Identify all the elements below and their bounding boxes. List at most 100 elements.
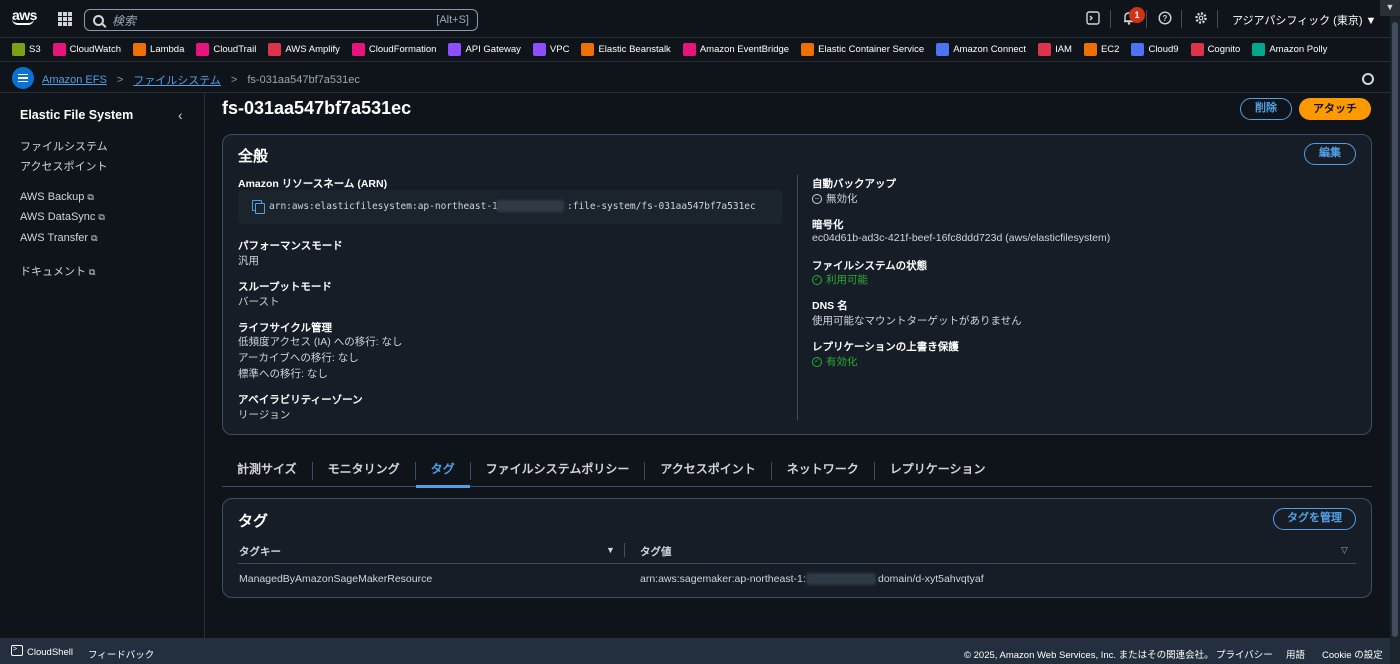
sidebar-item-label: AWS DataSync bbox=[20, 211, 96, 223]
search-input[interactable]: 検索 [Alt+S] bbox=[84, 9, 478, 31]
menu-icon[interactable] bbox=[12, 67, 34, 89]
external-link-icon: ⧉ bbox=[91, 233, 98, 243]
favorite-ec2[interactable]: EC2 bbox=[1083, 43, 1119, 56]
service-icon bbox=[532, 43, 546, 56]
check-circle-icon: ✓ bbox=[812, 274, 822, 285]
breadcrumb: Amazon EFS > ファイルシステム > fs-031aa547bf7a5… bbox=[42, 72, 360, 88]
favorite-elastic-beanstalk[interactable]: Elastic Beanstalk bbox=[581, 43, 671, 56]
page-settings-icon[interactable] bbox=[1362, 73, 1374, 85]
favorite-amazon-polly[interactable]: Amazon Polly bbox=[1252, 43, 1327, 56]
tab-3[interactable]: ファイルシステムポリシー bbox=[471, 456, 645, 487]
tab-1[interactable]: モニタリング bbox=[313, 456, 415, 487]
breadcrumb-amazon-efs[interactable]: Amazon EFS bbox=[42, 74, 107, 86]
close-sidebar-icon[interactable]: ‹ bbox=[178, 107, 183, 123]
copy-icon[interactable] bbox=[252, 200, 265, 214]
attach-button[interactable]: アタッチ bbox=[1299, 98, 1371, 120]
throughput-mode-value: バースト bbox=[238, 296, 280, 308]
sidebar-item-documentation[interactable]: ドキュメント ⧉ bbox=[20, 263, 95, 279]
column-divider bbox=[624, 543, 625, 557]
replication-protection-value: 有効化 bbox=[826, 356, 858, 368]
auto-backup-status: – 無効化 bbox=[812, 191, 858, 206]
cloudshell-link[interactable]: CloudShell bbox=[27, 647, 73, 658]
favorite-cognito[interactable]: Cognito bbox=[1190, 43, 1241, 56]
column-header-tag-key[interactable]: タグキー bbox=[239, 544, 281, 559]
cookie-settings-link[interactable]: Cookie の設定 bbox=[1322, 647, 1383, 661]
service-icon bbox=[1190, 43, 1204, 56]
favorite-amazon-connect[interactable]: Amazon Connect bbox=[936, 43, 1026, 56]
favorite-label: Amazon Polly bbox=[1269, 44, 1328, 55]
favorite-elastic-container-service[interactable]: Elastic Container Service bbox=[801, 43, 924, 56]
favorite-label: Amazon Connect bbox=[953, 44, 1027, 55]
privacy-link[interactable]: プライバシー bbox=[1216, 647, 1273, 661]
aws-logo[interactable]: aws bbox=[12, 8, 38, 30]
favorite-s3[interactable]: S3 bbox=[12, 43, 41, 56]
favorite-lambda[interactable]: Lambda bbox=[133, 43, 184, 56]
check-circle-icon: ✓ bbox=[812, 356, 822, 367]
tag-value-prefix: arn:aws:sagemaker:ap-northeast-1: bbox=[640, 573, 806, 585]
tab-4[interactable]: アクセスポイント bbox=[645, 456, 770, 487]
favorite-label: Elastic Beanstalk bbox=[598, 44, 671, 55]
edit-button[interactable]: 編集 bbox=[1304, 143, 1356, 165]
favorite-label: Elastic Container Service bbox=[818, 44, 925, 55]
chevron-down-icon[interactable]: ▼ bbox=[1380, 0, 1400, 16]
favorite-vpc[interactable]: VPC bbox=[532, 43, 569, 56]
lifecycle-archive: アーカイブへの移行: なし bbox=[238, 352, 359, 364]
services-grid-icon[interactable] bbox=[58, 12, 72, 26]
help-icon[interactable]: ? bbox=[1157, 11, 1173, 27]
sidebar-item-aws-datasync[interactable]: AWS DataSync ⧉ bbox=[20, 211, 105, 223]
service-icon bbox=[448, 43, 462, 56]
auto-backup-label: 自動バックアップ bbox=[812, 178, 896, 190]
sidebar-item-file-systems[interactable]: ファイルシステム bbox=[20, 138, 108, 154]
manage-tags-button[interactable]: タグを管理 bbox=[1273, 508, 1356, 530]
service-icon bbox=[1083, 43, 1097, 56]
terms-link[interactable]: 用語 bbox=[1286, 647, 1305, 661]
detail-tabs: 計測サイズ モニタリング タグ ファイルシステムポリシー アクセスポイント ネットワークレ… bbox=[222, 456, 1372, 488]
breadcrumb-current: fs-031aa547bf7a531ec bbox=[247, 74, 360, 86]
service-icon bbox=[52, 43, 66, 56]
dns-name-label: DNS 名 bbox=[812, 300, 848, 312]
region-selector[interactable]: アジアパシフィック (東京) ▼ bbox=[1232, 12, 1376, 28]
tab-6[interactable]: レプリケーション bbox=[875, 456, 1001, 487]
service-icon bbox=[936, 43, 950, 56]
service-icon bbox=[682, 43, 696, 56]
fs-state-status: ✓ 利用可能 bbox=[812, 272, 868, 287]
sidebar-item-aws-transfer[interactable]: AWS Transfer ⧉ bbox=[20, 232, 98, 244]
favorite-cloud9[interactable]: Cloud9 bbox=[1131, 43, 1179, 56]
favorite-label: CloudWatch bbox=[69, 44, 122, 55]
footer: CloudShell フィードバック © 2025, Amazon Web Se… bbox=[0, 638, 1390, 664]
gear-icon[interactable] bbox=[1193, 11, 1209, 27]
sidebar-item-aws-backup[interactable]: AWS Backup ⧉ bbox=[20, 191, 94, 203]
cloudshell-icon[interactable]: > bbox=[11, 645, 23, 656]
favorite-amazon-eventbridge[interactable]: Amazon EventBridge bbox=[682, 43, 789, 56]
favorite-iam[interactable]: IAM bbox=[1038, 43, 1072, 56]
service-icon bbox=[196, 43, 210, 56]
feedback-link[interactable]: フィードバック bbox=[88, 647, 154, 661]
favorite-api-gateway[interactable]: API Gateway bbox=[448, 43, 521, 56]
favorite-aws-amplify[interactable]: AWS Amplify bbox=[268, 43, 340, 56]
general-heading: 全般 bbox=[238, 148, 269, 165]
sort-icon[interactable]: ▽ bbox=[1341, 545, 1348, 556]
favorite-cloudformation[interactable]: CloudFormation bbox=[351, 43, 437, 56]
fs-state-label: ファイルシステムの状態 bbox=[812, 260, 928, 272]
sidebar-item-access-points[interactable]: アクセスポイント bbox=[20, 158, 107, 174]
delete-button[interactable]: 削除 bbox=[1240, 98, 1292, 120]
tab-5[interactable]: ネットワーク bbox=[772, 456, 874, 487]
favorite-label: API Gateway bbox=[465, 44, 521, 55]
favorite-label: CloudFormation bbox=[368, 44, 437, 55]
tab-0[interactable]: 計測サイズ bbox=[222, 456, 312, 487]
cloudshell-icon[interactable] bbox=[1085, 11, 1101, 27]
sort-down-icon[interactable]: ▼ bbox=[606, 545, 615, 555]
service-icon bbox=[1131, 43, 1145, 56]
favorite-label: Cognito bbox=[1207, 44, 1241, 55]
tab-2[interactable]: タグ bbox=[415, 456, 470, 488]
search-placeholder: 検索 bbox=[112, 13, 137, 28]
sidebar-title: Elastic File System bbox=[20, 108, 134, 122]
tags-heading: タグ bbox=[238, 513, 269, 530]
favorite-cloudtrail[interactable]: CloudTrail bbox=[196, 43, 256, 56]
breadcrumb-file-systems[interactable]: ファイルシステム bbox=[133, 72, 221, 88]
column-header-tag-value[interactable]: タグ値 bbox=[640, 544, 672, 559]
service-icon bbox=[1252, 43, 1266, 56]
favorite-cloudwatch[interactable]: CloudWatch bbox=[52, 43, 122, 56]
availability-zone-label: アベイラビリティーゾーン bbox=[238, 394, 363, 406]
vertical-scrollbar[interactable] bbox=[1390, 16, 1400, 664]
